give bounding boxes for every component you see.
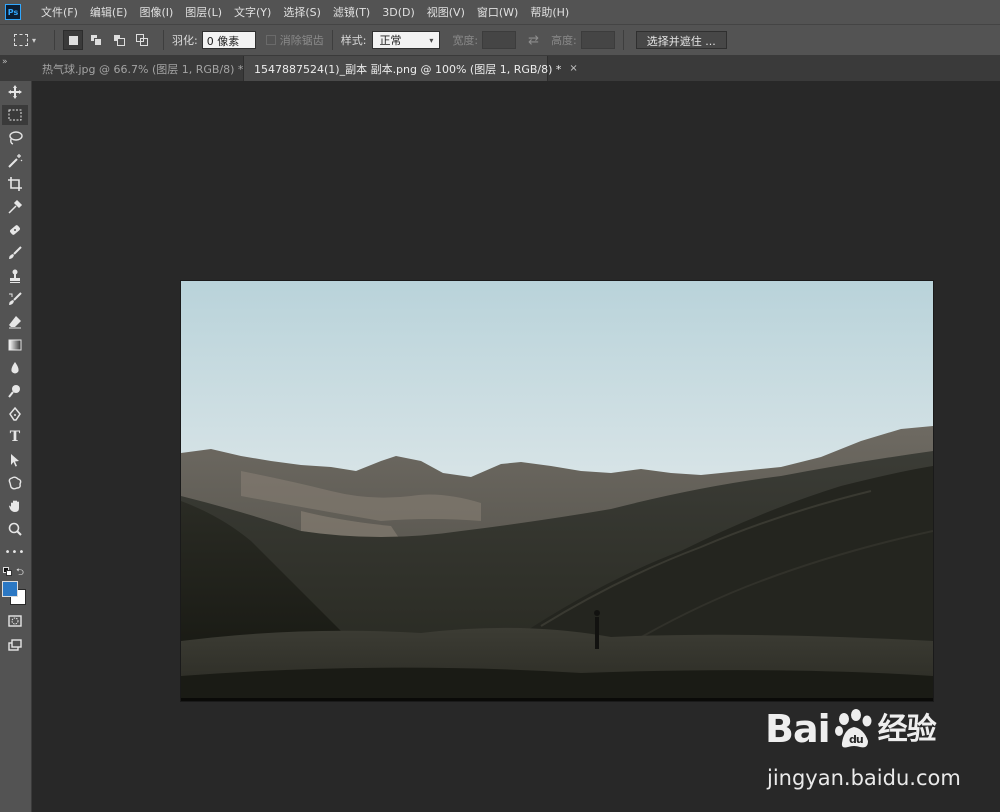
new-selection-button[interactable]	[63, 30, 83, 50]
path-selection-tool-icon[interactable]	[2, 450, 28, 470]
add-to-selection-button[interactable]	[86, 30, 106, 50]
history-brush-tool-icon[interactable]	[2, 289, 28, 309]
brush-tool-icon[interactable]	[2, 243, 28, 263]
divider	[331, 30, 333, 50]
menu-select[interactable]: 选择(S)	[277, 4, 327, 20]
menu-image[interactable]: 图像(I)	[133, 4, 179, 20]
watermark-logo: Bai du 经验	[765, 704, 937, 751]
magic-wand-tool-icon[interactable]	[2, 151, 28, 171]
tool-preset-picker[interactable]: ▾	[14, 34, 46, 46]
type-tool-icon[interactable]: T	[2, 427, 28, 447]
divider	[163, 30, 164, 50]
width-label: 宽度:	[452, 34, 479, 47]
document-canvas-image[interactable]	[181, 281, 933, 701]
style-select[interactable]: 正常 ▾	[372, 31, 441, 49]
dodge-tool-icon[interactable]	[2, 381, 28, 401]
watermark-logo-left: Bai	[765, 707, 831, 751]
pen-tool-icon[interactable]	[2, 404, 28, 424]
add-selection-icon	[90, 34, 102, 46]
chevron-down-icon: ▾	[429, 35, 434, 45]
divider	[622, 30, 624, 50]
watermark-url: jingyan.baidu.com	[767, 766, 961, 790]
menu-bar: Ps 文件(F) 编辑(E) 图像(I) 图层(L) 文字(Y) 选择(S) 滤…	[0, 0, 1000, 24]
gradient-tool-icon[interactable]	[2, 335, 28, 355]
divider	[54, 30, 55, 50]
style-select-value: 正常	[379, 34, 402, 47]
feather-input[interactable]: 0 像素	[201, 31, 256, 49]
width-input[interactable]	[482, 31, 517, 49]
menu-3d[interactable]: 3D(D)	[376, 6, 421, 19]
swap-width-height-icon[interactable]: ⇄	[528, 33, 539, 48]
screen-mode-icon[interactable]	[2, 635, 28, 655]
feather-label: 羽化:	[172, 34, 198, 47]
intersect-selection-button[interactable]	[132, 30, 152, 50]
options-bar: ▾ 羽化: 0 像素 消除锯齿 样式: 正常 ▾ 宽度: ⇄ 高度: 选择并遮住…	[0, 24, 1000, 56]
intersect-selection-icon	[136, 34, 148, 46]
tools-panel: T ••• ⮌	[0, 81, 32, 812]
photoshop-logo-icon[interactable]: Ps	[5, 4, 21, 20]
menu-type[interactable]: 文字(Y)	[228, 4, 277, 20]
healing-brush-tool-icon[interactable]	[2, 220, 28, 240]
menu-view[interactable]: 视图(V)	[421, 4, 471, 20]
antialias-label: 消除锯齿	[279, 34, 324, 47]
menu-filter[interactable]: 滤镜(T)	[327, 4, 376, 20]
select-and-mask-button[interactable]: 选择并遮住 ...	[635, 31, 727, 49]
tab-landscape-copy[interactable]: 1547887524(1)_副本 副本.png @ 100% (图层 1, RG…	[244, 56, 578, 81]
crop-tool-icon[interactable]	[2, 174, 28, 194]
subtract-from-selection-button[interactable]	[109, 30, 129, 50]
style-label: 样式:	[340, 34, 367, 47]
hand-tool-icon[interactable]	[2, 496, 28, 516]
lasso-tool-icon[interactable]	[2, 128, 28, 148]
zoom-tool-icon[interactable]	[2, 519, 28, 539]
move-tool-icon[interactable]	[2, 82, 28, 102]
svg-text:du: du	[849, 733, 863, 746]
menu-window[interactable]: 窗口(W)	[471, 4, 524, 20]
height-input[interactable]	[580, 31, 615, 49]
document-tabs: » 热气球.jpg @ 66.7% (图层 1, RGB/8) * × 1547…	[0, 56, 1000, 81]
menu-edit[interactable]: 编辑(E)	[84, 4, 134, 20]
menu-layer[interactable]: 图层(L)	[179, 4, 228, 20]
subtract-selection-icon	[113, 34, 125, 46]
paw-icon: du	[832, 707, 876, 751]
shape-tool-icon[interactable]	[2, 473, 28, 493]
clone-stamp-tool-icon[interactable]	[2, 266, 28, 286]
eraser-tool-icon[interactable]	[2, 312, 28, 332]
eyedropper-tool-icon[interactable]	[2, 197, 28, 217]
swap-colors-icon[interactable]: ⮌	[16, 565, 24, 582]
height-label: 高度:	[551, 34, 577, 47]
marquee-tool-icon[interactable]	[2, 105, 28, 125]
menu-help[interactable]: 帮助(H)	[524, 4, 575, 20]
default-colors-icon[interactable]	[3, 567, 12, 576]
tab-hot-air-balloon[interactable]: 热气球.jpg @ 66.7% (图层 1, RGB/8) * ×	[32, 56, 260, 81]
close-icon[interactable]: ×	[561, 63, 577, 74]
quick-mask-icon[interactable]	[2, 611, 28, 631]
rectangular-marquee-icon	[14, 34, 28, 46]
antialias-checkbox[interactable]	[265, 35, 276, 45]
collapse-panels-icon[interactable]: »	[0, 56, 32, 81]
watermark-logo-right: 经验	[877, 712, 937, 747]
new-selection-icon	[68, 35, 78, 45]
chevron-down-icon: ▾	[32, 35, 37, 45]
more-tools-icon[interactable]: •••	[2, 542, 28, 562]
foreground-color-swatch[interactable]	[2, 581, 18, 597]
tab-title: 热气球.jpg @ 66.7% (图层 1, RGB/8) *	[42, 62, 244, 76]
tab-title: 1547887524(1)_副本 副本.png @ 100% (图层 1, RG…	[254, 62, 562, 76]
baidu-jingyan-watermark: Bai du 经验 jingyan.baidu.com	[765, 704, 995, 800]
blur-tool-icon[interactable]	[2, 358, 28, 378]
menu-file[interactable]: 文件(F)	[35, 4, 84, 20]
